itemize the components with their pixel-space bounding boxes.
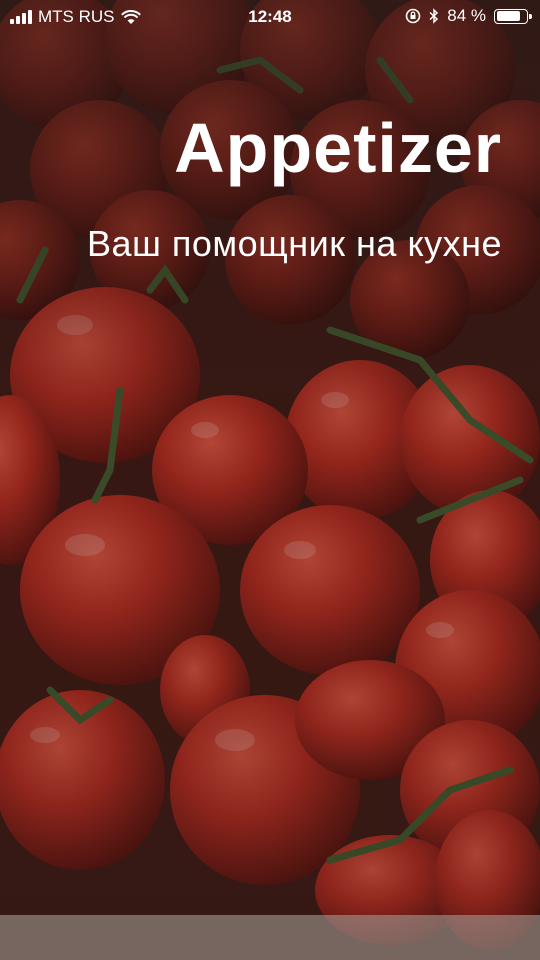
status-right: 84 %	[405, 6, 532, 26]
app-tagline: Ваш помощник на кухне	[86, 223, 502, 264]
battery-icon	[494, 8, 532, 24]
app-title: Appetizer	[174, 109, 502, 187]
bluetooth-icon	[429, 8, 439, 24]
status-bar: MTS RUS 12:48 84 %	[0, 0, 540, 36]
hero: Appetizer Ваш помощник на кухне	[32, 104, 502, 272]
battery-percent: 84 %	[447, 6, 486, 25]
battery-fill	[496, 11, 521, 21]
orientation-lock-icon	[405, 8, 421, 24]
